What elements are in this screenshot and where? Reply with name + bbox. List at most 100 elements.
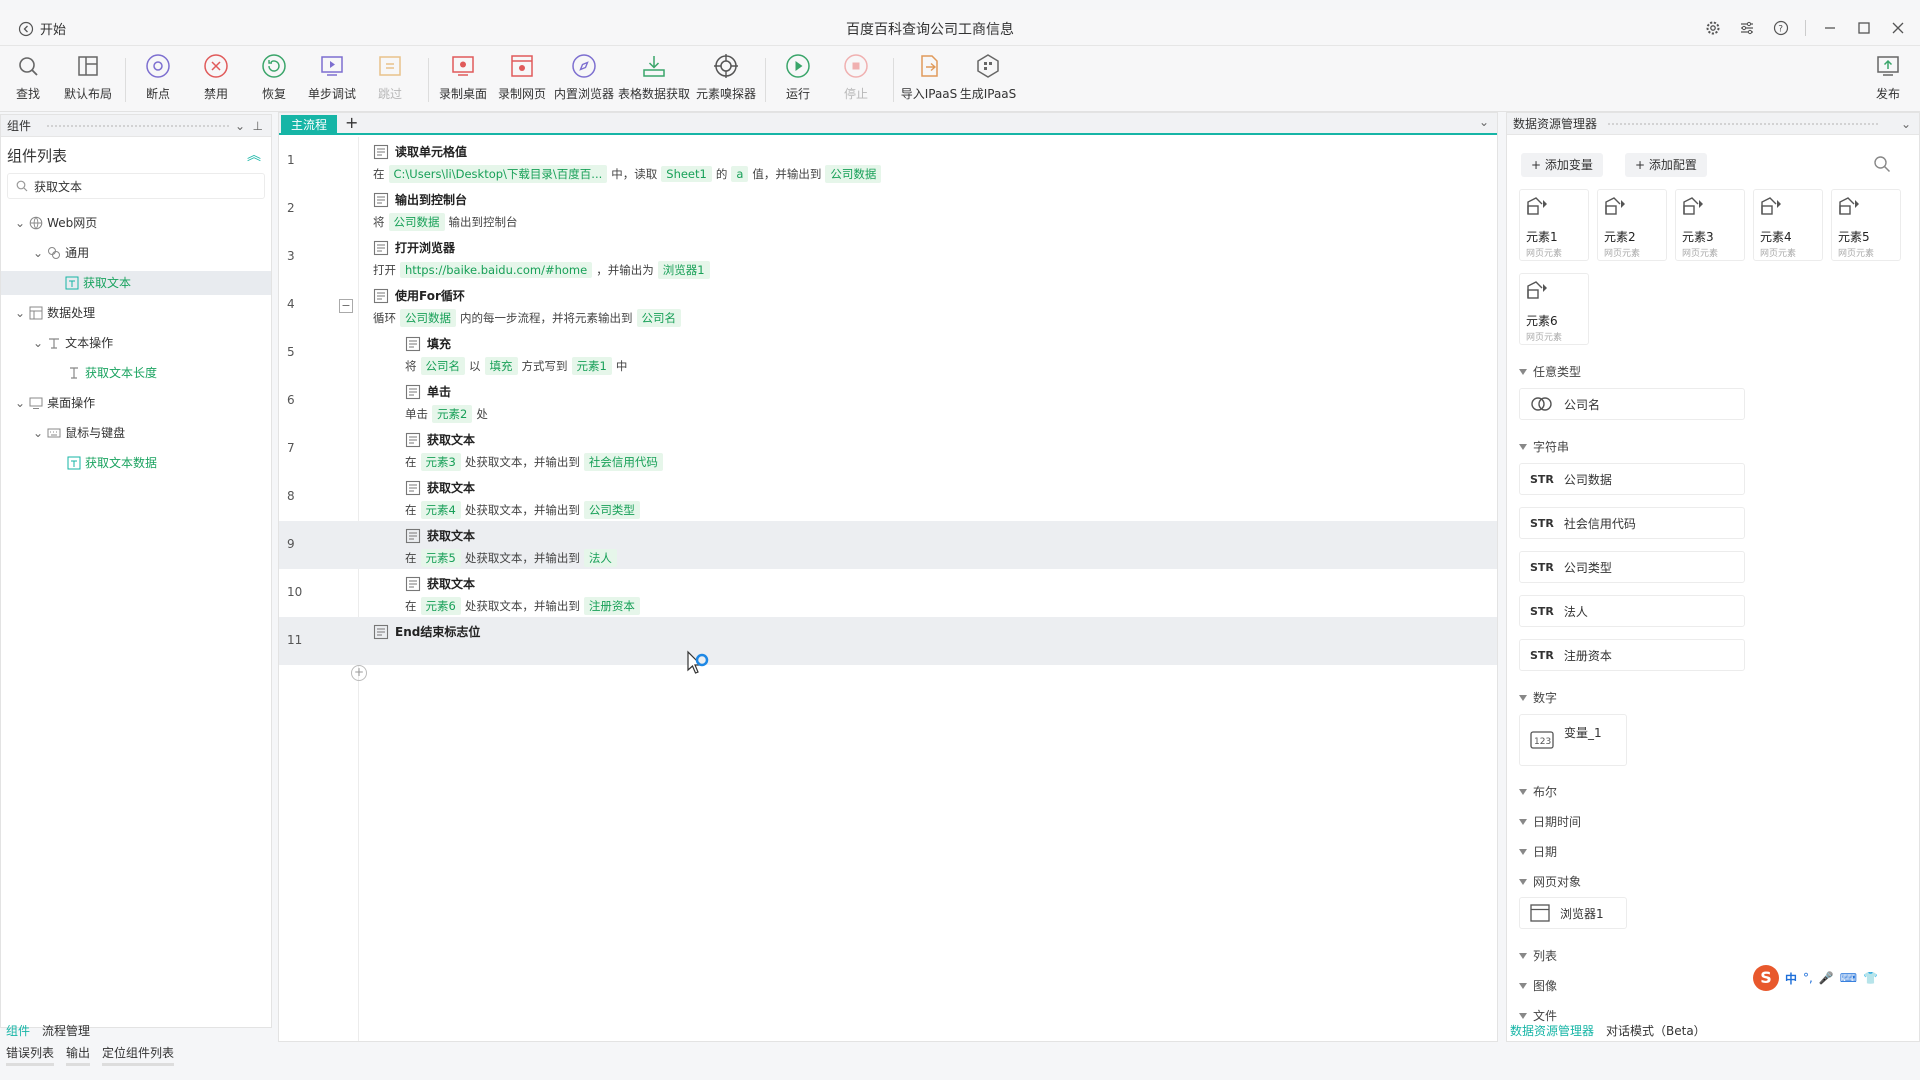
record-desktop-button[interactable]: 录制桌面: [433, 52, 493, 102]
tab-error-list[interactable]: 错误列表: [6, 1044, 55, 1066]
section-number[interactable]: 数字: [1519, 689, 1557, 706]
param-tag[interactable]: 元素2: [432, 405, 473, 423]
param-tag[interactable]: a: [731, 166, 749, 182]
section-date[interactable]: 日期: [1519, 843, 1557, 860]
add-variable-button[interactable]: + 添加变量: [1521, 153, 1603, 177]
flow-step[interactable]: 获取文本在元素4 处获取文本，并输出到 公司类型: [405, 479, 640, 519]
flow-step[interactable]: 单击 单击 元素2 处: [405, 383, 488, 423]
tree-node-text-length[interactable]: 获取文本长度: [67, 361, 157, 385]
section-image[interactable]: 图像: [1519, 977, 1557, 994]
maximize-button[interactable]: [1854, 18, 1874, 38]
flow-step-row[interactable]: 4 − 使用For循环 循环 公司数据 内的每一步流程，并将元素输出到 公司名: [279, 281, 1497, 329]
tree-node-web[interactable]: ⌄ Web网页: [15, 211, 97, 235]
table-fetch-button[interactable]: 表格数据获取: [617, 52, 691, 102]
element-card[interactable]: 元素5 网页元素: [1831, 189, 1901, 261]
add-config-button[interactable]: + 添加配置: [1625, 153, 1707, 177]
breakpoint-button[interactable]: 断点: [128, 52, 188, 102]
flow-step[interactable]: 打开浏览器 打开 https://baike.baidu.com/#home ，并输出…: [373, 239, 710, 279]
param-tag[interactable]: 元素4: [420, 501, 461, 519]
param-tag[interactable]: 元素5: [420, 549, 461, 567]
tab-dialog-mode[interactable]: 对话模式（Beta）: [1606, 1022, 1706, 1039]
settings-button[interactable]: [1703, 18, 1723, 38]
param-tag[interactable]: 元素3: [420, 453, 461, 471]
element-card[interactable]: 元素6 网页元素: [1519, 273, 1589, 345]
variable-string[interactable]: STR 公司数据: [1519, 463, 1745, 495]
param-tag[interactable]: 元素1: [571, 357, 612, 375]
flow-step[interactable]: 输出到控制台将公司数据 输出到控制台: [373, 191, 518, 231]
param-tag[interactable]: Sheet1: [661, 166, 712, 182]
variable-string[interactable]: STR 社会信用代码: [1519, 507, 1745, 539]
step-debug-button[interactable]: 单步调试: [302, 52, 362, 102]
flow-step-row[interactable]: 3 打开浏览器 打开 https://baike.baidu.com/#home ，并输…: [279, 233, 1497, 281]
tree-node-get-text-data[interactable]: 获取文本数据: [67, 451, 157, 475]
section-any-type[interactable]: 任意类型: [1519, 363, 1581, 380]
element-picker-button[interactable]: 元素嗅探器: [693, 52, 759, 102]
param-tag[interactable]: 社会信用代码: [583, 453, 663, 471]
param-tag[interactable]: 法人: [583, 549, 617, 567]
flow-step-row[interactable]: 10 获取文本在元素6 处获取文本，并输出到 注册资本: [279, 569, 1497, 617]
flow-step[interactable]: 读取单元格值在 C:\Users\li\Desktop\下载目录\百度百... 中，…: [373, 143, 882, 183]
tab-components[interactable]: 组件: [6, 1022, 30, 1039]
flow-step[interactable]: 填充将公司名以填充 方式写到 元素1 中: [405, 335, 627, 375]
param-tag[interactable]: 公司数据: [825, 165, 882, 183]
element-card[interactable]: 元素3 网页元素: [1675, 189, 1745, 261]
tab-locate-components[interactable]: 定位组件列表: [102, 1044, 175, 1066]
builtin-browser-button[interactable]: 内置浏览器: [553, 52, 615, 102]
chevron-down-icon[interactable]: ⌄: [235, 115, 245, 137]
param-tag[interactable]: 填充: [484, 357, 518, 375]
record-web-button[interactable]: 录制网页: [492, 52, 552, 102]
variable-string[interactable]: STR 公司类型: [1519, 551, 1745, 583]
param-tag[interactable]: 公司类型: [583, 501, 640, 519]
help-button[interactable]: ?: [1771, 18, 1791, 38]
param-tag[interactable]: 注册资本: [583, 597, 640, 615]
ime-toolbar[interactable]: S 中 °, 🎤 ⌨ 👕: [1753, 965, 1879, 991]
add-step-icon[interactable]: +: [351, 665, 367, 681]
param-tag[interactable]: 公司名: [420, 357, 465, 375]
param-tag[interactable]: 公司数据: [388, 213, 445, 231]
drag-grip[interactable]: [46, 124, 231, 128]
minimize-button[interactable]: [1820, 18, 1840, 38]
flow-step-row[interactable]: 5 填充将公司名以填充 方式写到 元素1 中: [279, 329, 1497, 377]
tab-output[interactable]: 输出: [66, 1044, 91, 1066]
flow-step[interactable]: 获取文本在元素5 处获取文本，并输出到 法人: [405, 527, 617, 567]
variable-browser[interactable]: 浏览器1: [1519, 897, 1627, 929]
tree-node-data-processing[interactable]: ⌄ 数据处理: [15, 301, 95, 325]
flow-step-row[interactable]: 2 输出到控制台将公司数据 输出到控制台: [279, 185, 1497, 233]
tree-node-text-ops[interactable]: ⌄ 文本操作: [33, 331, 113, 355]
flow-step-row[interactable]: 7 获取文本在元素3 处获取文本，并输出到 社会信用代码: [279, 425, 1497, 473]
flow-step-row[interactable]: 11 End结束标志位: [279, 617, 1497, 665]
restore-button[interactable]: 恢复: [244, 52, 304, 102]
tree-node-general[interactable]: ⌄ 通用: [33, 241, 89, 265]
param-tag[interactable]: 元素6: [420, 597, 461, 615]
gen-ipaas-button[interactable]: 生成IPaaS: [958, 52, 1018, 102]
search-button[interactable]: [1873, 155, 1891, 176]
param-tag[interactable]: 公司名: [636, 309, 681, 327]
component-search-input[interactable]: 获取文本: [7, 173, 265, 199]
close-button[interactable]: [1888, 18, 1908, 38]
collapse-up-icon[interactable]: ︽: [247, 145, 261, 165]
add-tab-button[interactable]: +: [345, 113, 358, 132]
flow-step[interactable]: End结束标志位: [373, 623, 480, 640]
flow-step[interactable]: 使用For循环 循环 公司数据 内的每一步流程，并将元素输出到 公司名: [373, 287, 681, 327]
section-list[interactable]: 列表: [1519, 947, 1557, 964]
variable-string[interactable]: STR 法人: [1519, 595, 1745, 627]
element-card[interactable]: 元素1 网页元素: [1519, 189, 1589, 261]
flow-step-row[interactable]: 6 单击 单击 元素2 处: [279, 377, 1497, 425]
drag-grip[interactable]: [1607, 122, 1879, 126]
variable-any[interactable]: 公司名: [1519, 388, 1745, 420]
layout-button[interactable]: 默认布局: [58, 52, 118, 102]
chevron-down-icon[interactable]: ⌄: [1479, 115, 1489, 129]
stop-button[interactable]: 停止: [826, 52, 886, 102]
find-button[interactable]: 查找: [0, 52, 58, 102]
param-tag[interactable]: 浏览器1: [657, 261, 710, 279]
flow-step-row[interactable]: 1 读取单元格值在 C:\Users\li\Desktop\下载目录\百度百... 中…: [279, 137, 1497, 185]
variable-number[interactable]: 123 变量_1: [1519, 714, 1627, 766]
tab-main-flow[interactable]: 主流程: [281, 115, 338, 135]
flow-step[interactable]: 获取文本在元素3 处获取文本，并输出到 社会信用代码: [405, 431, 663, 471]
param-tag[interactable]: https://baike.baidu.com/#home: [400, 262, 593, 278]
tree-node-mouse-keyboard[interactable]: ⌄ 鼠标与键盘: [33, 421, 125, 445]
section-datetime[interactable]: 日期时间: [1519, 813, 1581, 830]
preferences-button[interactable]: [1737, 18, 1757, 38]
flow-step-row[interactable]: 8 获取文本在元素4 处获取文本，并输出到 公司类型: [279, 473, 1497, 521]
flow-step-row[interactable]: 9 获取文本在元素5 处获取文本，并输出到 法人: [279, 521, 1497, 569]
